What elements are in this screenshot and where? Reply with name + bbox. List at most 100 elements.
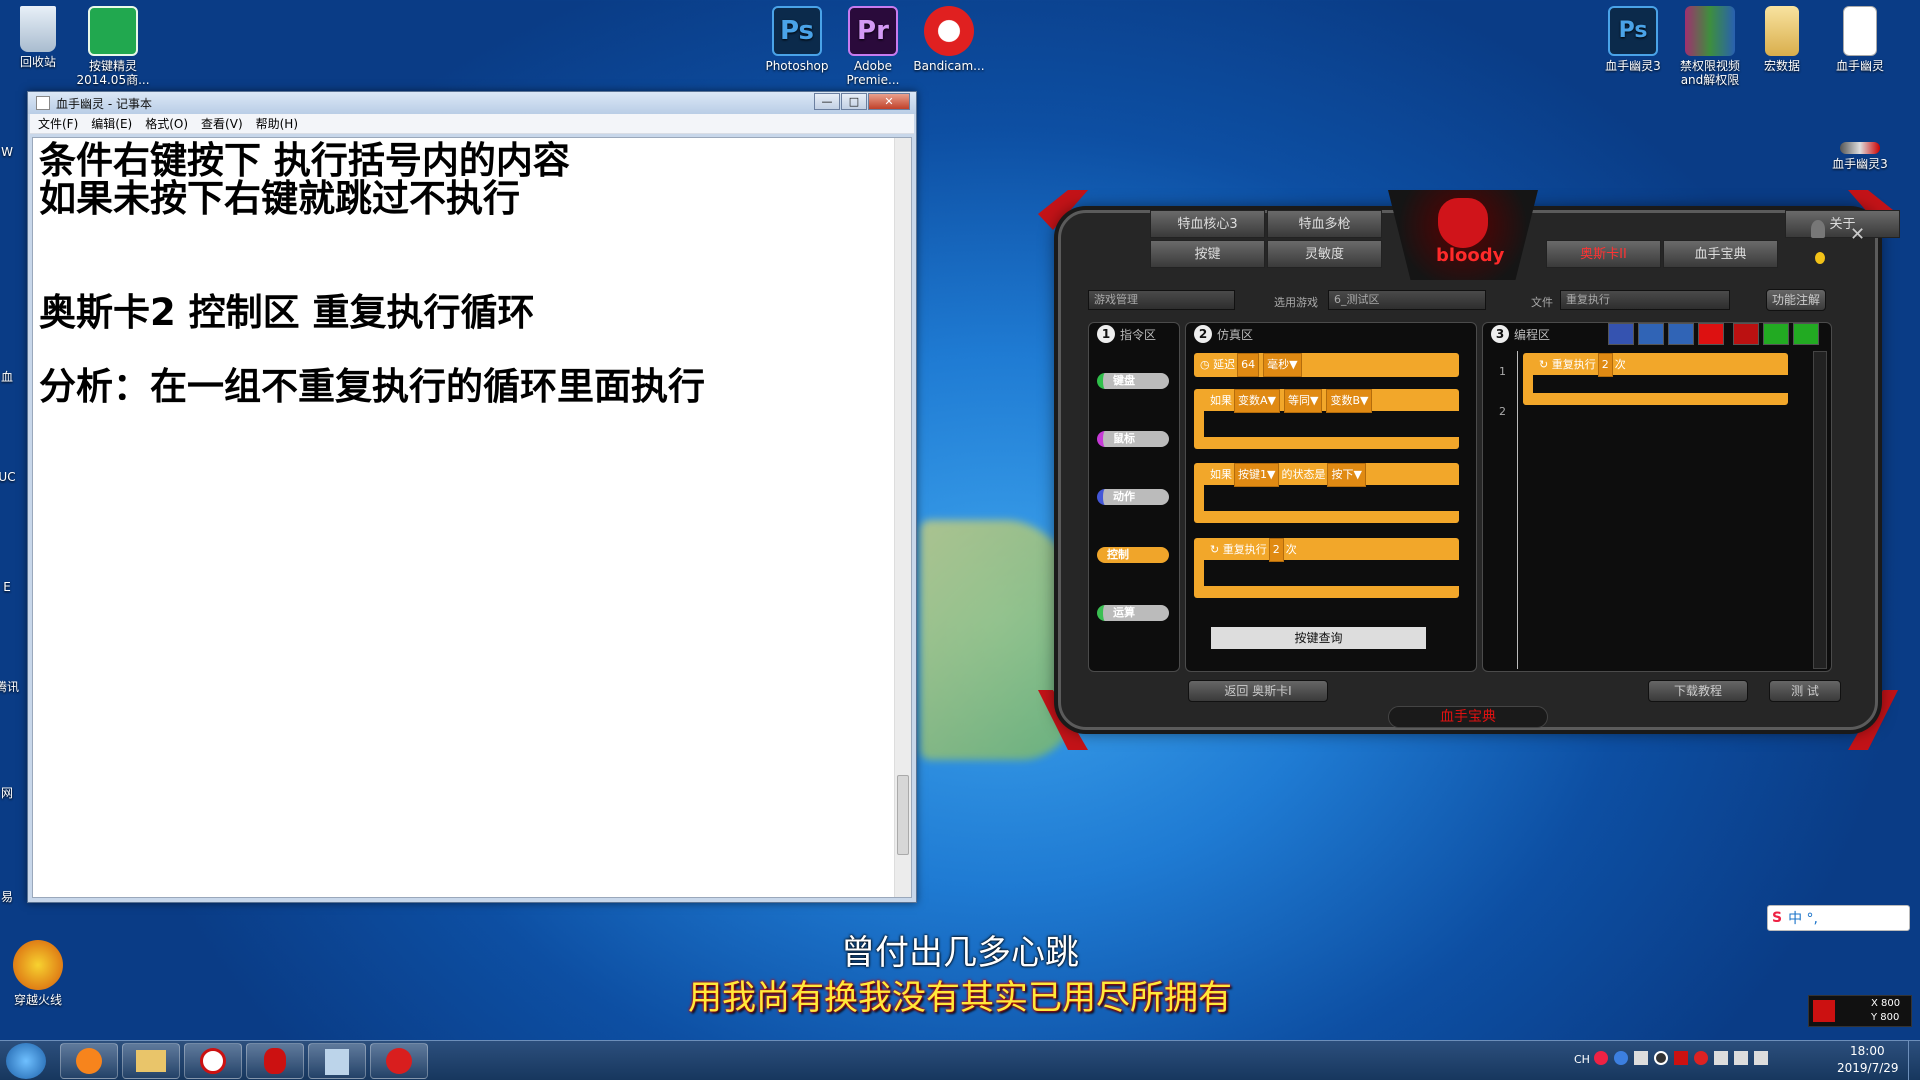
tab-core3[interactable]: 特血核心3: [1150, 210, 1265, 238]
close-icon[interactable]: ✕: [1850, 224, 1865, 245]
file-label: 文件: [1531, 296, 1553, 309]
tab-oscar2[interactable]: 奥斯卡II: [1546, 240, 1661, 268]
monitor-tray-icon[interactable]: [1734, 1051, 1748, 1065]
folder-icon: [136, 1050, 166, 1072]
taskbar-app-bloody-3[interactable]: [246, 1043, 304, 1079]
category-math[interactable]: 运算: [1097, 605, 1169, 621]
text-line: 分析：在一组不重复执行的循环里面执行: [39, 365, 705, 408]
move-up-icon[interactable]: [1763, 323, 1789, 345]
repeat-block[interactable]: ↻ 重复执行 2 次: [1194, 538, 1459, 598]
loop-icon: ↻: [1210, 543, 1220, 556]
function-note-button[interactable]: 功能注解: [1766, 289, 1826, 311]
top-tabs-right: 关于: [1668, 210, 1902, 238]
notepad-text-area[interactable]: 条件右键按下 执行括号内的内容 如果未按下右键就跳过不执行 奥斯卡2 控制区 重…: [32, 137, 912, 898]
bandicam-icon: [924, 6, 974, 56]
vertical-scrollbar[interactable]: [894, 138, 911, 897]
desktop-icon-macro-folder[interactable]: 宏数据: [1737, 6, 1827, 73]
netease-tray-icon[interactable]: [1694, 1051, 1708, 1065]
taskbar-app-bloody[interactable]: [184, 1043, 242, 1079]
back-oscar1-button[interactable]: 返回 奥斯卡I: [1188, 680, 1328, 702]
desktop-icon-text-file[interactable]: 血手幽灵: [1815, 6, 1905, 73]
line-number: 2: [1499, 405, 1506, 418]
game-manage-dropdown[interactable]: 游戏管理: [1088, 290, 1235, 310]
menu-help[interactable]: 帮助(H): [256, 115, 298, 132]
psd-file-icon: Ps: [1608, 6, 1658, 56]
tab-about[interactable]: 关于: [1785, 210, 1900, 238]
text-line: 条件右键按下 执行括号内的内容: [39, 139, 570, 182]
loop-icon: ↻: [1539, 358, 1549, 371]
bulb-icon[interactable]: [1815, 252, 1825, 264]
bloody-logo-text: bloody: [1436, 245, 1505, 266]
if-variable-block[interactable]: 如果 变数A▼ 等同▼ 变数B▼: [1194, 389, 1459, 449]
flag-tray-icon[interactable]: [1714, 1051, 1728, 1065]
desktop-icon-bandicam[interactable]: Bandicam...: [904, 6, 994, 73]
notepad-menubar: 文件(F) 编辑(E) 格式(O) 查看(V) 帮助(H): [30, 114, 914, 134]
bottom-tabs-left: 按键 灵敏度: [1150, 240, 1384, 268]
notepad-window[interactable]: 血手幽灵 - 记事本 — □ ✕ 文件(F) 编辑(E) 格式(O) 查看(V)…: [27, 91, 917, 903]
select-game-dropdown[interactable]: 6_测试区: [1328, 290, 1486, 310]
minimize-button[interactable]: —: [814, 93, 840, 110]
taskbar-app-notepad[interactable]: [308, 1043, 366, 1079]
select-game-label: 选用游戏: [1274, 296, 1318, 309]
start-button[interactable]: [6, 1043, 46, 1079]
menu-format[interactable]: 格式(O): [145, 115, 188, 132]
folder-icon: [1765, 6, 1799, 56]
save-icon[interactable]: [1608, 323, 1634, 345]
delay-block[interactable]: ◷ 延迟 64 毫秒▼: [1194, 353, 1459, 377]
desktop-icon-bloody3[interactable]: 血手幽灵3: [1815, 142, 1905, 171]
delete-icon[interactable]: [1733, 323, 1759, 345]
category-mouse[interactable]: 鼠标: [1097, 431, 1169, 447]
sogou-tray-icon[interactable]: [1594, 1051, 1608, 1065]
line-gutter: [1517, 351, 1518, 669]
ime-toolbar[interactable]: S 中 °,: [1767, 905, 1910, 931]
menu-file[interactable]: 文件(F): [38, 115, 78, 132]
download-tutorial-button[interactable]: 下载教程: [1648, 680, 1748, 702]
category-keyboard[interactable]: 键盘: [1097, 373, 1169, 389]
scrollbar-thumb[interactable]: [897, 775, 909, 855]
if-key-state-block[interactable]: 如果 按键1▼ 的状态是 按下▼: [1194, 463, 1459, 523]
category-control[interactable]: 控制: [1097, 547, 1169, 563]
record-icon[interactable]: [1698, 323, 1724, 345]
tab-multi-gun[interactable]: 特血多枪: [1267, 210, 1382, 238]
taskbar-app-netease-music[interactable]: [370, 1043, 428, 1079]
premiere-icon: Pr: [848, 6, 898, 56]
show-desktop-button[interactable]: [1908, 1041, 1920, 1080]
volume-tray-icon[interactable]: [1754, 1051, 1768, 1065]
notepad-titlebar[interactable]: 血手幽灵 - 记事本 — □ ✕: [28, 92, 916, 114]
programming-panel: 3 编程区 1 2 ↻ 重复执行 2 次: [1482, 322, 1832, 672]
move-top-icon[interactable]: [1793, 323, 1819, 345]
record-tray-icon[interactable]: [1654, 1051, 1668, 1065]
manual-footer-label[interactable]: 血手宝典: [1388, 706, 1548, 728]
test-button[interactable]: 测 试: [1769, 680, 1841, 702]
tab-sensitivity[interactable]: 灵敏度: [1267, 240, 1382, 268]
program-scrollbar[interactable]: [1813, 351, 1827, 669]
bloody-app-window[interactable]: 特血核心3 特血多枪 按键 灵敏度 bloody 关于 奥斯卡II 血手宝典 ✕…: [1038, 190, 1900, 750]
close-button[interactable]: ✕: [868, 93, 910, 110]
help-tray-icon[interactable]: [1614, 1051, 1628, 1065]
taskbar-app-sogou[interactable]: [60, 1043, 118, 1079]
language-indicator[interactable]: CH: [1574, 1053, 1590, 1066]
file-field[interactable]: 重复执行: [1560, 290, 1730, 310]
menu-edit[interactable]: 编辑(E): [91, 115, 132, 132]
desktop-icon-key-sprite[interactable]: 按键精灵 2014.05商...: [68, 6, 158, 87]
winrar-icon: [1685, 6, 1735, 56]
key-query-button[interactable]: 按键查询: [1211, 627, 1426, 649]
taskbar-app-explorer[interactable]: [122, 1043, 180, 1079]
clock-date[interactable]: 2019/7/29: [1837, 1061, 1899, 1075]
tab-keys[interactable]: 按键: [1150, 240, 1265, 268]
joystick-icon[interactable]: [1811, 220, 1825, 238]
maximize-button[interactable]: □: [841, 93, 867, 110]
menu-view[interactable]: 查看(V): [201, 115, 243, 132]
command-panel: 1 指令区 键盘 鼠标 动作 控制 运算: [1088, 322, 1180, 672]
clock-time[interactable]: 18:00: [1850, 1044, 1885, 1058]
program-repeat-block[interactable]: ↻ 重复执行 2 次: [1523, 353, 1788, 405]
network-tray-icon[interactable]: [1634, 1051, 1648, 1065]
tab-manual[interactable]: 血手宝典: [1663, 240, 1778, 268]
text-file-icon: [1843, 6, 1877, 56]
subtitle-line-1: 曾付出几多心跳: [841, 933, 1079, 973]
undo-icon[interactable]: [1638, 323, 1664, 345]
tray-icons[interactable]: [1594, 1051, 1839, 1069]
category-action[interactable]: 动作: [1097, 489, 1169, 505]
redo-icon[interactable]: [1668, 323, 1694, 345]
bloody-tray-icon[interactable]: [1674, 1051, 1688, 1065]
